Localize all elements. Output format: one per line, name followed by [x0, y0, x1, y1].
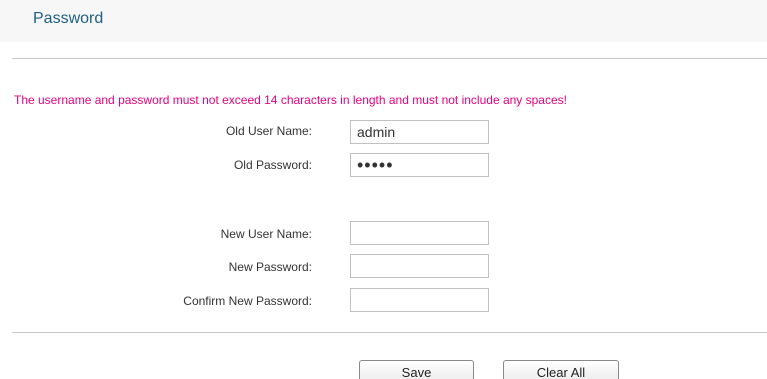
old-user-name-label: Old User Name: — [225, 124, 312, 138]
confirm-new-password-label: Confirm New Password: — [183, 294, 312, 308]
password-settings-page: Password The username and password must … — [0, 0, 767, 379]
new-user-name-label: New User Name: — [220, 227, 312, 241]
title-bar: Password — [0, 0, 767, 42]
top-divider — [12, 58, 767, 59]
bottom-divider — [12, 332, 767, 333]
old-password-input[interactable] — [350, 153, 489, 177]
new-user-name-input[interactable] — [350, 221, 489, 245]
page-title: Password — [33, 10, 104, 27]
old-user-name-input[interactable] — [350, 120, 489, 144]
old-password-label: Old Password: — [233, 158, 312, 172]
new-password-input[interactable] — [350, 254, 489, 278]
clear-all-button[interactable]: Clear All — [503, 360, 619, 379]
save-button[interactable]: Save — [359, 360, 474, 379]
password-rules-notice: The username and password must not excee… — [14, 93, 567, 107]
new-password-label: New Password: — [228, 260, 312, 274]
confirm-new-password-input[interactable] — [350, 288, 489, 312]
